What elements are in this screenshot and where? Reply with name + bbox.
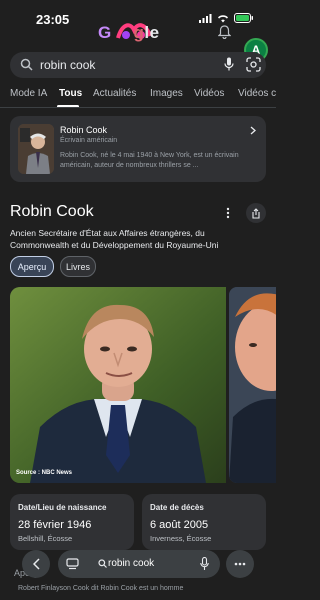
more-options-icon[interactable] bbox=[226, 207, 230, 219]
address-bar-query: robin cook bbox=[108, 558, 155, 569]
birth-label: Date/Lieu de naissance bbox=[18, 503, 107, 512]
entity-photo-secondary[interactable] bbox=[229, 287, 276, 483]
google-doodle[interactable]: Google bbox=[98, 20, 180, 46]
active-tab-indicator bbox=[57, 105, 79, 107]
google-lens-icon[interactable] bbox=[246, 57, 261, 72]
address-bar[interactable]: robin cook bbox=[58, 550, 220, 578]
birth-date: 28 février 1946 bbox=[18, 519, 92, 531]
tab-videos-courtes[interactable]: Vidéos co bbox=[238, 88, 276, 99]
death-place: Inverness, Écosse bbox=[150, 534, 212, 543]
birth-place: Bellshill, Écosse bbox=[18, 534, 73, 543]
death-date: 6 août 2005 bbox=[150, 519, 209, 531]
tab-mode-ia[interactable]: Mode IA bbox=[10, 88, 47, 99]
google-header: Google A bbox=[0, 18, 276, 62]
related-entity-card[interactable]: Robin Cook Écrivain américain Robin Cook… bbox=[10, 116, 266, 182]
birth-fact-card[interactable]: Date/Lieu de naissance 28 février 1946 B… bbox=[10, 494, 134, 550]
google-logo-text: Google bbox=[98, 23, 160, 42]
search-small-icon bbox=[98, 559, 107, 568]
chip-livres[interactable]: Livres bbox=[60, 256, 96, 277]
tab-actualites[interactable]: Actualités bbox=[93, 88, 136, 99]
chevron-right-icon bbox=[250, 126, 256, 135]
card-title: Robin Cook bbox=[60, 125, 108, 135]
share-button[interactable] bbox=[246, 203, 266, 223]
entity-photo[interactable] bbox=[10, 287, 226, 483]
entity-description: Ancien Secrétaire d'État aux Affaires ét… bbox=[10, 228, 219, 250]
tab-switcher-icon[interactable] bbox=[66, 557, 79, 570]
voice-search-icon[interactable] bbox=[224, 57, 234, 72]
chip-apercu[interactable]: Aperçu bbox=[10, 256, 54, 277]
notifications-bell-icon[interactable] bbox=[218, 25, 231, 39]
death-label: Date de décès bbox=[150, 503, 204, 512]
entity-title: Robin Cook bbox=[10, 203, 94, 220]
death-fact-card[interactable]: Date de décès 6 août 2005 Inverness, Éco… bbox=[142, 494, 266, 550]
overview-text: Robert Finlayson Cook dit Robin Cook est… bbox=[18, 585, 184, 592]
search-icon bbox=[20, 58, 33, 71]
share-icon bbox=[252, 207, 260, 219]
bottom-toolbar: robin cook bbox=[0, 548, 276, 580]
card-subtitle: Écrivain américain bbox=[60, 137, 118, 144]
voice-input-icon[interactable] bbox=[200, 557, 209, 571]
chevron-left-icon bbox=[32, 558, 40, 570]
search-tabs: Mode IA Tous Actualités Images Vidéos Vi… bbox=[0, 86, 276, 108]
back-button[interactable] bbox=[22, 550, 50, 578]
card-description: Robin Cook, né le 4 mai 1940 à New York,… bbox=[60, 152, 239, 169]
tab-videos[interactable]: Vidéos bbox=[194, 88, 224, 99]
tab-images[interactable]: Images bbox=[150, 88, 183, 99]
photo-source: Source : NBC News bbox=[16, 470, 73, 476]
more-horizontal-icon bbox=[234, 562, 246, 566]
search-input[interactable]: robin cook bbox=[10, 52, 266, 78]
author-thumbnail bbox=[18, 124, 54, 174]
browser-menu-button[interactable] bbox=[226, 550, 254, 578]
search-query-text: robin cook bbox=[40, 58, 96, 72]
tab-tous[interactable]: Tous bbox=[59, 88, 82, 99]
